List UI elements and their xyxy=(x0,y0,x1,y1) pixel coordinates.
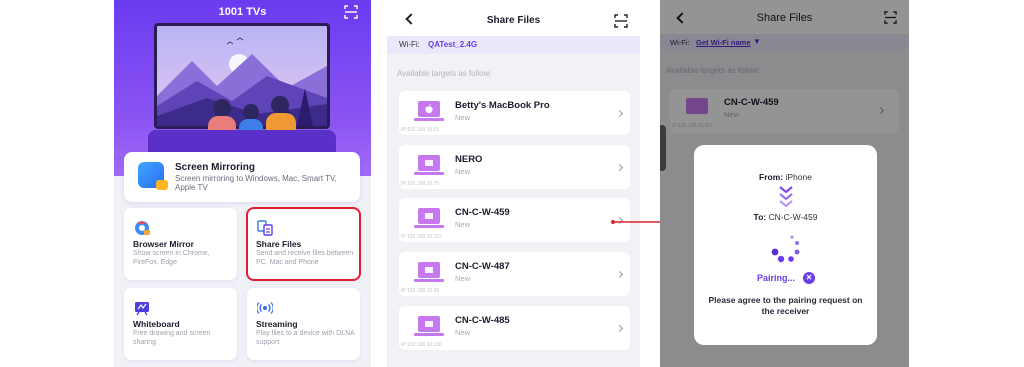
cancel-pairing-button[interactable]: ✕ xyxy=(803,272,815,284)
scan-icon[interactable] xyxy=(344,5,358,19)
device-status: New xyxy=(455,274,471,283)
screen-mirroring-card[interactable]: Screen Mirroring Screen mirroring to Win… xyxy=(124,152,360,202)
streaming-icon xyxy=(257,302,273,314)
tile-subtitle: Free drawing and screen sharing xyxy=(133,330,211,346)
side-handle[interactable] xyxy=(660,125,666,171)
to-line: To: CN-C-W-459 xyxy=(694,212,877,222)
device-row[interactable]: Betty's MacBook Pro New IP:192.168.10.51 xyxy=(399,91,630,135)
tile-title: Whiteboard xyxy=(133,319,180,329)
screen-mirroring-icon xyxy=(138,162,168,190)
screen-mirroring-title: Screen Mirroring xyxy=(175,162,256,173)
windows-laptop-icon xyxy=(414,262,444,282)
to-label: To: xyxy=(753,212,767,222)
browser-mirror-icon xyxy=(135,221,150,235)
tile-subtitle: Show screen in Chrome, FireFox, Edge xyxy=(133,250,210,266)
chevron-right-icon xyxy=(615,109,624,118)
to-value: CN-C-W-459 xyxy=(768,212,818,222)
device-ip: IP:192.168.10.107 xyxy=(401,234,442,240)
header: Share Files xyxy=(387,0,640,36)
device-ip: IP:192.168.10.136 xyxy=(401,342,442,348)
whiteboard-icon xyxy=(135,302,149,316)
device-row[interactable]: NERO New IP:192.168.10.75 xyxy=(399,145,630,189)
tile-title: Browser Mirror xyxy=(133,239,194,249)
device-ip: IP:192.168.10.51 xyxy=(401,127,440,133)
app-title: 1001 TVs xyxy=(218,6,267,18)
chevron-right-icon xyxy=(615,163,624,172)
windows-laptop-icon xyxy=(414,155,444,175)
windows-logo-icon xyxy=(425,321,433,327)
available-targets-label: Available targets as follow: xyxy=(397,69,492,78)
device-name: NERO xyxy=(455,154,483,165)
share-files-icon xyxy=(257,220,273,236)
loading-spinner-icon xyxy=(771,235,800,263)
device-status: New xyxy=(455,113,471,122)
wifi-bar: Wi-Fi: QATest_2.4G xyxy=(387,36,640,54)
chevron-right-icon xyxy=(615,324,624,333)
screen-mirroring-subtitle: Screen mirroring to Windows, Mac, Smart … xyxy=(175,174,337,192)
browser-mirror-tile[interactable]: Browser Mirror Show screen in Chrome, Fi… xyxy=(124,208,237,280)
scan-icon[interactable] xyxy=(614,14,628,28)
tile-title: Streaming xyxy=(256,319,298,329)
pairing-instruction: Please agree to the pairing request on t… xyxy=(708,295,863,316)
windows-laptop-icon xyxy=(414,316,444,336)
share-files-tile[interactable]: Share Files Send and receive files betwe… xyxy=(246,207,361,281)
device-status: New xyxy=(455,220,471,229)
page-title: Share Files xyxy=(486,15,541,26)
sofa-illustration xyxy=(148,130,336,154)
stage: 1001 TVs Screen Mirroring Screen mirrori… xyxy=(0,0,1024,367)
pairing-screen: Share Files Wi-Fi: Get Wi-Fi name ▼ Avai… xyxy=(660,0,909,367)
share-files-screen: Share Files Wi-Fi: QATest_2.4G Available… xyxy=(387,0,640,367)
windows-logo-icon xyxy=(425,213,433,219)
device-row[interactable]: CN-C-W-459 New IP:192.168.10.107 xyxy=(399,198,630,242)
device-name: CN-C-W-485 xyxy=(455,315,510,326)
device-ip: IP:192.168.10.98 xyxy=(401,288,440,294)
pairing-status: Pairing... xyxy=(757,273,796,283)
chevron-right-icon xyxy=(615,270,624,279)
windows-laptop-icon xyxy=(414,208,444,228)
whiteboard-tile[interactable]: Whiteboard Free drawing and screen shari… xyxy=(124,288,237,360)
tile-subtitle: Play files to a device with DLNA support xyxy=(256,330,355,346)
device-name: CN-C-W-459 xyxy=(455,207,510,218)
from-line: From: iPhone xyxy=(694,172,877,182)
from-value: iPhone xyxy=(785,172,812,182)
tile-subtitle: Send and receive files between PC, Mac a… xyxy=(256,250,354,266)
device-ip: IP:192.168.10.75 xyxy=(401,181,440,187)
mac-laptop-icon xyxy=(414,101,444,121)
from-label: From: xyxy=(759,172,784,182)
device-status: New xyxy=(455,167,471,176)
transfer-arrows-icon xyxy=(779,186,793,208)
home-screen: 1001 TVs Screen Mirroring Screen mirrori… xyxy=(114,0,371,367)
hero-banner: 1001 TVs xyxy=(114,0,371,176)
apple-logo-icon xyxy=(425,104,433,114)
pairing-dialog: From: iPhone To: CN-C-W-459 Pairing... ✕… xyxy=(694,145,877,345)
device-row[interactable]: CN-C-W-487 New IP:192.168.10.98 xyxy=(399,252,630,296)
wifi-name: QATest_2.4G xyxy=(428,40,478,49)
tile-title: Share Files xyxy=(256,239,302,249)
device-status: New xyxy=(455,328,471,337)
windows-logo-icon xyxy=(425,160,433,166)
device-name: CN-C-W-487 xyxy=(455,261,510,272)
streaming-tile[interactable]: Streaming Play files to a device with DL… xyxy=(247,288,360,360)
device-name: Betty's MacBook Pro xyxy=(455,100,550,111)
wifi-label: Wi-Fi: xyxy=(399,40,420,49)
device-row[interactable]: CN-C-W-485 New IP:192.168.10.136 xyxy=(399,306,630,350)
windows-logo-icon xyxy=(425,267,433,273)
